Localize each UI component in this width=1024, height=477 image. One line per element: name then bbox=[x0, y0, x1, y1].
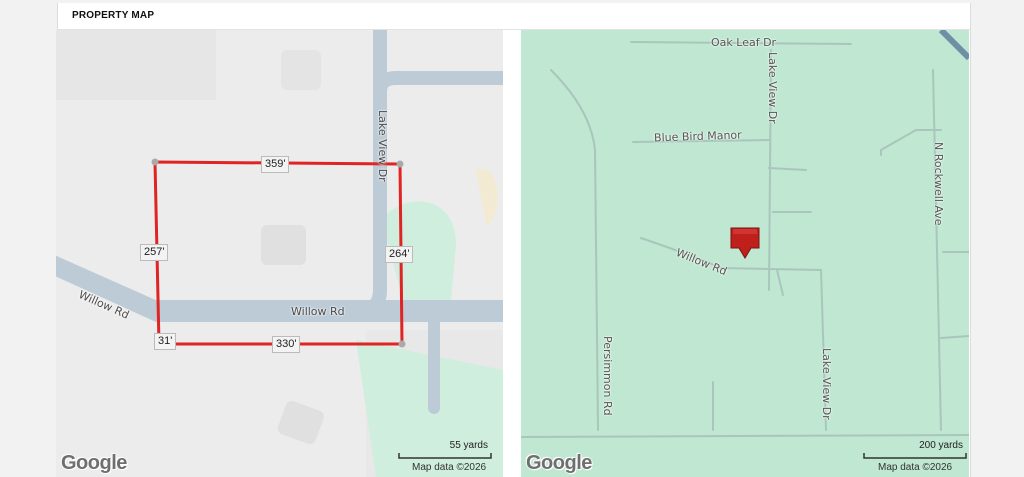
map-attribution[interactable]: Map data ©2026 bbox=[412, 462, 486, 473]
street-label-oak-leaf: Oak Leaf Dr bbox=[711, 36, 777, 49]
panel-header: PROPERTY MAP bbox=[58, 3, 970, 30]
dimension-top: 359' bbox=[261, 156, 290, 173]
scale-label: 55 yards bbox=[449, 440, 488, 451]
google-logo[interactable]: Google bbox=[61, 452, 127, 475]
map-pin-icon[interactable] bbox=[730, 227, 760, 259]
location-map[interactable]: Oak Leaf Dr Lake View Dr Blue Bird Manor… bbox=[521, 30, 969, 477]
panel-title: PROPERTY MAP bbox=[72, 10, 155, 21]
dimension-bottom-left: 31' bbox=[154, 333, 177, 350]
dimension-right: 264' bbox=[385, 246, 414, 263]
left-map-canvas bbox=[56, 30, 503, 477]
street-label-lake-view-top: Lake View Dr bbox=[766, 52, 779, 124]
map-attribution[interactable]: Map data ©2026 bbox=[878, 462, 952, 473]
property-boundary-map[interactable]: Lake View Dr Willow Rd Willow Rd 359' 25… bbox=[56, 30, 503, 477]
scale-label: 200 yards bbox=[919, 440, 963, 451]
google-logo[interactable]: Google bbox=[526, 452, 592, 475]
right-map-canvas bbox=[521, 30, 969, 459]
street-label-persimmon: Persimmon Rd bbox=[601, 336, 614, 416]
street-label-rockwell: N Rockwell Ave bbox=[932, 142, 945, 226]
street-label-willow-main: Willow Rd bbox=[291, 305, 345, 318]
dimension-bottom: 330' bbox=[272, 336, 301, 353]
street-label-lake-view-bottom: Lake View Dr bbox=[820, 348, 833, 420]
dimension-left: 257' bbox=[140, 244, 169, 261]
street-label-lake-view: Lake View Dr bbox=[376, 110, 389, 182]
